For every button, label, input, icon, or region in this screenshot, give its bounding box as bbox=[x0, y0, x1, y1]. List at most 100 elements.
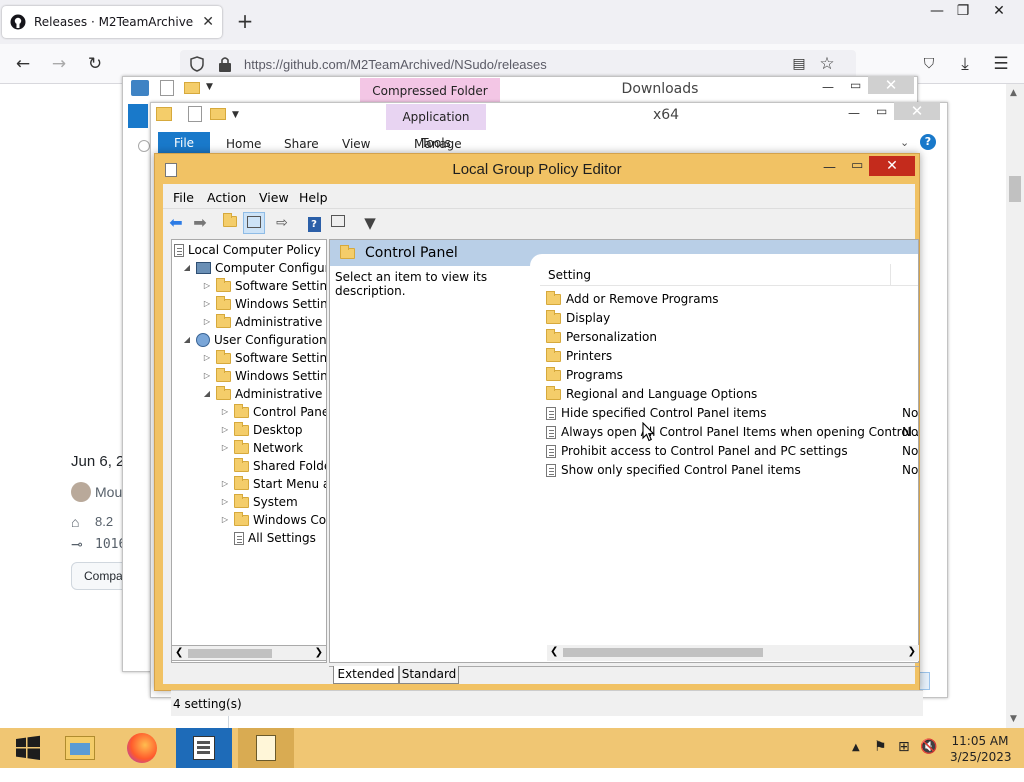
x64-new-folder-icon[interactable] bbox=[210, 108, 226, 120]
tree-node[interactable]: ▷ System bbox=[220, 493, 298, 511]
x64-close-icon[interactable]: ✕ bbox=[894, 102, 940, 120]
pocket-icon[interactable]: ⛉ bbox=[916, 52, 942, 76]
downloads-back-icon[interactable] bbox=[138, 140, 150, 152]
help-icon[interactable]: ? bbox=[920, 134, 936, 150]
downloads-close-icon[interactable]: ✕ bbox=[868, 76, 914, 94]
properties-view-icon[interactable] bbox=[327, 212, 349, 234]
expand-arrow-icon[interactable]: ▷ bbox=[220, 439, 230, 457]
avatar[interactable] bbox=[71, 482, 91, 502]
expand-arrow-icon[interactable]: ▷ bbox=[220, 403, 230, 421]
bookmark-star-icon[interactable]: ☆ bbox=[814, 52, 840, 76]
taskbar-notepad[interactable] bbox=[238, 728, 294, 768]
action-center-flag-icon[interactable]: ⚑ bbox=[874, 739, 887, 779]
tracking-shield-icon[interactable] bbox=[188, 55, 208, 75]
group-policy-editor-window[interactable]: Local Group Policy Editor — ▭ ✕ File Act… bbox=[154, 153, 923, 716]
setting-row[interactable]: Add or Remove Programs bbox=[546, 290, 719, 309]
x64-minimize-icon[interactable]: — bbox=[848, 106, 860, 120]
setting-row[interactable]: Prohibit access to Control Panel and PC … bbox=[546, 442, 848, 461]
volume-muted-icon[interactable]: 🔇 bbox=[920, 739, 937, 779]
x64-qat-dropdown-icon[interactable]: ▼ bbox=[232, 110, 239, 120]
ribbon-view-tab[interactable]: View bbox=[342, 137, 370, 151]
close-window-icon[interactable]: ✕ bbox=[984, 0, 1014, 22]
x64-properties-icon[interactable] bbox=[188, 106, 202, 122]
tree-node[interactable]: ▷ Software Settings bbox=[202, 277, 326, 295]
menu-icon[interactable]: ☰ bbox=[988, 52, 1014, 76]
downloads-icon[interactable]: ⤓ bbox=[952, 52, 978, 76]
policy-tree[interactable]: Local Computer Policy ◢ Computer Configura… bbox=[171, 239, 327, 663]
tree-node[interactable]: Local Computer Policy bbox=[174, 241, 321, 259]
tree-node[interactable]: ▷ Desktop bbox=[220, 421, 303, 439]
tree-node[interactable]: ▷ Network bbox=[220, 439, 303, 457]
collapse-arrow-icon[interactable]: ◢ bbox=[182, 331, 192, 349]
ribbon-file-tab[interactable]: File bbox=[158, 132, 210, 154]
column-header[interactable]: Setting bbox=[540, 264, 918, 286]
lock-icon[interactable] bbox=[218, 55, 234, 73]
back-arrow-icon[interactable]: ⬅ bbox=[165, 212, 187, 234]
expand-arrow-icon[interactable]: ▷ bbox=[202, 367, 212, 385]
x64-maximize-icon[interactable]: ▭ bbox=[876, 104, 887, 118]
setting-row[interactable]: Programs bbox=[546, 366, 623, 385]
tree-node[interactable]: ▷ Windows Setting bbox=[202, 295, 326, 313]
setting-row[interactable]: Printers bbox=[546, 347, 612, 366]
menu-view[interactable]: View bbox=[259, 190, 289, 205]
tree-hscrollbar[interactable]: ❮ ❯ bbox=[171, 645, 327, 661]
expand-arrow-icon[interactable]: ▷ bbox=[220, 475, 230, 493]
ribbon-manage-tab[interactable]: Manage bbox=[414, 137, 462, 151]
tree-node[interactable]: ▷ Windows Cor bbox=[220, 511, 326, 529]
restore-icon[interactable]: ❐ bbox=[948, 0, 978, 22]
collapse-arrow-icon[interactable]: ◢ bbox=[182, 259, 192, 277]
help-book-icon[interactable]: ? bbox=[303, 212, 325, 234]
gpe-minimize-icon[interactable]: — bbox=[823, 160, 836, 175]
gpe-close-icon[interactable]: ✕ bbox=[869, 156, 915, 176]
ribbon-home-tab[interactable]: Home bbox=[226, 137, 261, 151]
tree-node[interactable]: ◢ Administrative Te bbox=[202, 385, 326, 403]
details-hscrollbar[interactable]: ❮ ❯ bbox=[547, 645, 919, 661]
tree-node[interactable]: ▷ Administrative Te bbox=[202, 313, 326, 331]
menu-action[interactable]: Action bbox=[207, 190, 246, 205]
application-tools-tab[interactable]: Application Tools bbox=[386, 104, 486, 150]
taskbar-gpedit[interactable] bbox=[176, 728, 232, 768]
back-icon[interactable]: ← bbox=[10, 52, 36, 76]
expand-arrow-icon[interactable]: ▷ bbox=[220, 511, 230, 529]
network-icon[interactable]: ⊞ bbox=[898, 739, 910, 779]
close-tab-icon[interactable]: ✕ bbox=[202, 14, 214, 30]
tree-node[interactable]: Shared Folder bbox=[220, 457, 326, 475]
filter-icon[interactable]: ▼ bbox=[359, 212, 381, 234]
taskbar-file-explorer[interactable] bbox=[52, 728, 108, 768]
tree-node[interactable]: ▷ Start Menu ar bbox=[220, 475, 326, 493]
downloads-minimize-icon[interactable]: — bbox=[822, 80, 834, 94]
setting-row[interactable]: Regional and Language Options bbox=[546, 385, 757, 404]
expand-arrow-icon[interactable]: ▷ bbox=[202, 277, 212, 295]
expand-arrow-icon[interactable]: ▷ bbox=[202, 295, 212, 313]
new-tab-button[interactable]: + bbox=[232, 10, 258, 34]
setting-row[interactable]: Always open All Control Panel Items when… bbox=[546, 423, 918, 442]
setting-row[interactable]: Show only specified Control Panel items bbox=[546, 461, 801, 480]
menu-file[interactable]: File bbox=[173, 190, 194, 205]
tree-node[interactable]: All Settings bbox=[220, 529, 316, 547]
reload-icon[interactable]: ↻ bbox=[82, 52, 108, 76]
expand-arrow-icon[interactable]: ▷ bbox=[220, 421, 230, 439]
new-folder-icon[interactable] bbox=[184, 82, 200, 94]
forward-arrow-icon[interactable]: ➡ bbox=[189, 212, 211, 234]
tree-node[interactable]: ◢ Computer Configura bbox=[182, 259, 326, 277]
expand-arrow-icon[interactable]: ▷ bbox=[220, 493, 230, 511]
show-hide-tree-icon[interactable] bbox=[243, 212, 265, 234]
up-folder-icon[interactable] bbox=[219, 212, 241, 234]
tag-label[interactable]: 8.2 bbox=[95, 514, 113, 529]
gpe-maximize-icon[interactable]: ▭ bbox=[851, 158, 863, 173]
tab-extended[interactable]: Extended bbox=[333, 666, 399, 684]
author-name[interactable]: Mou bbox=[95, 484, 122, 500]
compressed-folder-tools-tab[interactable]: Compressed Folder Tools bbox=[360, 78, 500, 124]
tab-standard[interactable]: Standard bbox=[399, 666, 459, 684]
setting-row[interactable]: Hide specified Control Panel items bbox=[546, 404, 766, 423]
expand-arrow-icon[interactable]: ▷ bbox=[202, 349, 212, 367]
ribbon-expand-icon[interactable]: ⌄ bbox=[900, 136, 909, 149]
expand-arrow-icon[interactable]: ▷ bbox=[202, 313, 212, 331]
qat-dropdown-icon[interactable]: ▼ bbox=[206, 82, 213, 92]
setting-row[interactable]: Personalization bbox=[546, 328, 657, 347]
downloads-file-tab[interactable] bbox=[128, 104, 148, 128]
tree-node[interactable]: ▷ Software Settings bbox=[202, 349, 326, 367]
forward-icon[interactable]: → bbox=[46, 52, 72, 76]
downloads-maximize-icon[interactable]: ▭ bbox=[850, 78, 861, 92]
tree-node[interactable]: ▷ Windows Setting bbox=[202, 367, 326, 385]
